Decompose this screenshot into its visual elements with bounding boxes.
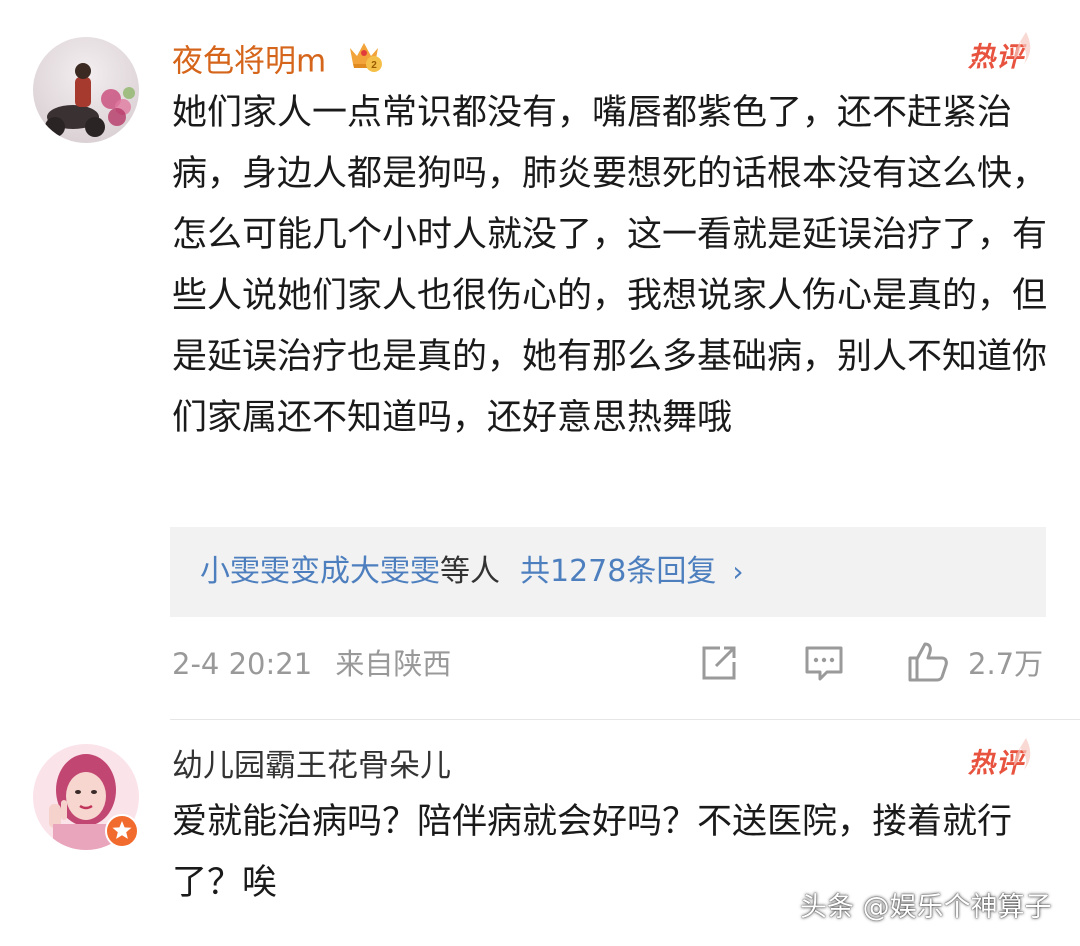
comment-meta: 2-4 20:21 来自陕西: [172, 644, 451, 684]
watermark: 头条 @娱乐个神算子: [800, 892, 1052, 923]
flame-icon: [1014, 738, 1031, 770]
star-badge-icon: [105, 814, 139, 848]
comment-list: 夜色将明m 2 热评 她们家人一点常识都没有，嘴唇都紫色了，还不赶紧治病，身边人…: [0, 0, 1080, 946]
svg-text:2: 2: [371, 60, 377, 71]
flame-icon: [1014, 32, 1031, 64]
timestamp: 2-4 20:21: [172, 647, 313, 681]
chevron-right-icon[interactable]: ›: [732, 555, 743, 588]
comment-text: 她们家人一点常识都没有，嘴唇都紫色了，还不赶紧治病，身边人都是狗吗，肺炎要想死的…: [172, 93, 1048, 438]
reply-user-link[interactable]: 小雯雯变成大雯雯: [200, 554, 440, 589]
username[interactable]: 幼儿园霸王花骨朵儿: [172, 746, 451, 786]
hot-comment-badge: 热评: [968, 738, 1031, 780]
location: 来自陕西: [335, 647, 452, 681]
username[interactable]: 夜色将明m 2: [172, 38, 384, 88]
username-text[interactable]: 夜色将明m: [172, 44, 326, 80]
thumbs-up-icon[interactable]: [906, 640, 950, 688]
reply-etc-label: 等人: [440, 554, 500, 589]
like-count: 2.7万: [968, 647, 1044, 681]
crown-vip-icon: 2: [344, 34, 384, 84]
replies-preview[interactable]: 小雯雯变成大雯雯等人 共1278条回复 ›: [170, 527, 1046, 617]
avatar[interactable]: [33, 744, 139, 850]
comment-item: 夜色将明m 2 热评 她们家人一点常识都没有，嘴唇都紫色了，还不赶紧治病，身边人…: [0, 0, 1080, 720]
hot-comment-badge: 热评: [968, 32, 1031, 74]
reply-count-link[interactable]: 共1278条回复: [520, 554, 716, 589]
username-text[interactable]: 幼儿园霸王花骨朵儿: [172, 748, 451, 784]
comment-icon[interactable]: [803, 642, 845, 688]
share-icon[interactable]: [698, 642, 740, 688]
avatar[interactable]: [33, 37, 139, 143]
